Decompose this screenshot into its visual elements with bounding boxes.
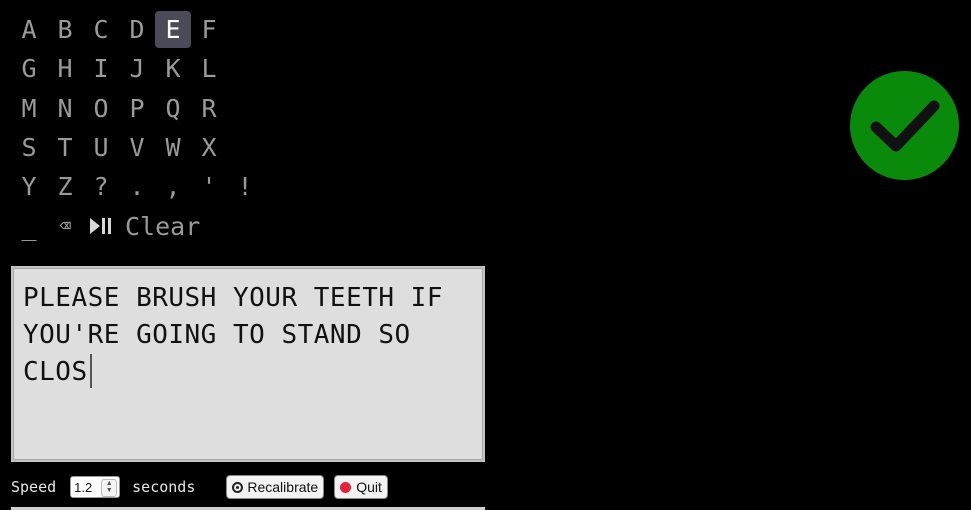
seconds-label: seconds — [132, 478, 196, 496]
quit-label: Quit — [356, 479, 382, 495]
target-icon — [232, 481, 244, 493]
status-indicator — [850, 71, 959, 180]
clear-button[interactable]: Clear — [119, 208, 208, 245]
key-z[interactable]: Z — [47, 168, 83, 205]
key-f[interactable]: F — [191, 11, 227, 48]
key-backspace[interactable]: ⌫ — [47, 208, 83, 245]
key-i[interactable]: I — [83, 50, 119, 87]
control-bar: Speed 1.2 ▲ ▼ seconds Recalibrate Quit — [11, 475, 388, 499]
key-x[interactable]: X — [191, 129, 227, 166]
key-k[interactable]: K — [155, 50, 191, 87]
key-q[interactable]: Q — [155, 90, 191, 127]
key-g[interactable]: G — [11, 50, 47, 87]
key-a[interactable]: A — [11, 11, 47, 48]
key-d[interactable]: D — [119, 11, 155, 48]
key-exclamation[interactable]: ! — [227, 168, 263, 205]
record-dot-icon — [340, 481, 352, 493]
spinner-icon[interactable]: ▲ ▼ — [101, 479, 118, 497]
key-h[interactable]: H — [47, 50, 83, 87]
speed-input[interactable]: 1.2 ▲ ▼ — [70, 476, 121, 498]
key-n[interactable]: N — [47, 90, 83, 127]
grid-row-3: M N O P Q R — [11, 89, 263, 128]
key-u[interactable]: U — [83, 129, 119, 166]
key-o[interactable]: O — [83, 90, 119, 127]
recalibrate-label: Recalibrate — [247, 479, 319, 495]
grid-row-5: Y Z ? . , ' ! — [11, 167, 263, 206]
key-p[interactable]: P — [119, 90, 155, 127]
key-b[interactable]: B — [47, 11, 83, 48]
key-t[interactable]: T — [47, 129, 83, 166]
key-space[interactable]: _ — [11, 208, 47, 245]
text-output[interactable]: PLEASE BRUSH YOUR TEETH IF YOU'RE GOING … — [11, 266, 485, 462]
key-m[interactable]: M — [11, 90, 47, 127]
letter-grid: A B C D E F G H I J K L M N O P Q R S T … — [11, 10, 263, 246]
grid-row-1: A B C D E F — [11, 10, 263, 49]
key-e[interactable]: E — [155, 11, 191, 49]
text-cursor — [89, 354, 92, 388]
speed-value: 1.2 — [74, 479, 93, 495]
key-comma[interactable]: , — [155, 168, 191, 205]
play-pause-icon[interactable] — [83, 208, 119, 245]
grid-row-6: _ ⌫ Clear — [11, 206, 263, 245]
key-c[interactable]: C — [83, 11, 119, 48]
key-period[interactable]: . — [119, 168, 155, 205]
recalibrate-button[interactable]: Recalibrate — [226, 475, 325, 499]
checkmark-icon — [870, 100, 939, 151]
key-r[interactable]: R — [191, 90, 227, 127]
grid-row-4: S T U V W X — [11, 128, 263, 167]
text-output-value: PLEASE BRUSH YOUR TEETH IF YOU'RE GOING … — [23, 283, 443, 387]
key-y[interactable]: Y — [11, 168, 47, 205]
key-v[interactable]: V — [119, 129, 155, 166]
key-apostrophe[interactable]: ' — [191, 168, 227, 205]
key-question[interactable]: ? — [83, 168, 119, 205]
key-w[interactable]: W — [155, 129, 191, 166]
key-j[interactable]: J — [119, 50, 155, 87]
grid-row-2: G H I J K L — [11, 49, 263, 88]
quit-button[interactable]: Quit — [334, 475, 388, 499]
speed-label: Speed — [11, 478, 57, 496]
key-s[interactable]: S — [11, 129, 47, 166]
key-l[interactable]: L — [191, 50, 227, 87]
